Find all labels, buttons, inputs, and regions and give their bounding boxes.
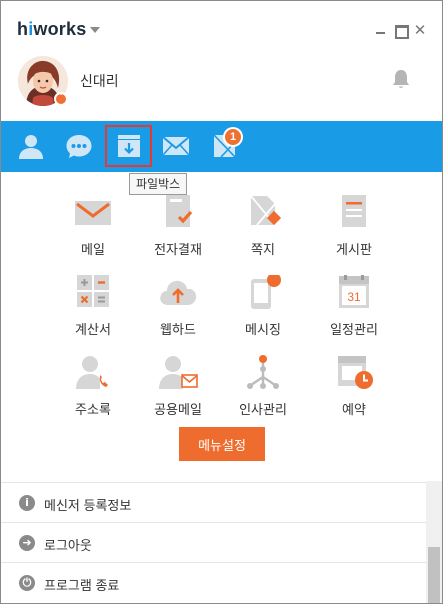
menu-item-reservation[interactable]: 예약 [312,355,396,425]
calendar-icon: 31 [339,275,369,308]
menu-label: 계산서 [75,322,111,337]
main-toolbar [1,121,442,269]
shared-mail-icon [159,356,198,389]
maximize-button[interactable] [393,23,409,39]
scrollbar[interactable] [426,481,442,603]
bottom-menu-label: 로그아웃 [44,538,92,553]
menu-item-mail[interactable]: 메일 [51,195,135,265]
logo-works: works [33,19,87,39]
menu-label: 게시판 [336,242,372,257]
menu-settings-button[interactable]: 메뉴설정 [179,427,265,461]
exit-program-item[interactable]: ⏻ 프로그램 종료 [1,562,426,602]
note-badge-count: 1 [225,129,241,145]
mail-icon[interactable] [162,132,190,160]
close-button[interactable]: ✕ [413,23,427,38]
chevron-down-icon[interactable] [90,27,100,33]
board-icon [342,195,366,227]
menu-label: 쪽지 [251,242,275,257]
note-icon [250,195,282,226]
menu-label: 메시징 [245,322,281,337]
org-chart-icon [247,355,279,389]
calculator-icon [77,275,109,307]
menu-label: 일정관리 [330,322,378,337]
menu-item-shared-mail[interactable]: 공용메일 [136,355,220,425]
menu-item-address-book[interactable]: 주소록 [51,355,135,425]
menu-item-calendar[interactable]: 31 일정관리 [312,275,396,345]
calendar-day: 31 [347,290,361,304]
hiworks-logo[interactable]: hiworks [17,19,86,40]
menu-label: 주소록 [75,402,111,417]
username: 신대리 [80,73,119,89]
menu-label: 웹하드 [160,322,196,337]
scrollbar-thumb[interactable] [428,547,440,603]
bottom-menu-label: 메신저 등록정보 [44,498,132,513]
menu-item-board[interactable]: 게시판 [312,195,396,265]
cloud-upload-icon [160,280,197,305]
power-icon: ⏻ [19,575,35,591]
minimize-button[interactable] [374,23,388,37]
menu-item-note[interactable]: 쪽지 [221,195,305,265]
messenger-window: hiworks ✕ 신대리 [0,0,443,604]
menu-label: 메일 [81,242,105,257]
note-unread-badge: 1 [223,127,243,147]
menu-label: 공용메일 [154,402,202,417]
info-icon: i [19,495,35,511]
logout-icon: ➜ [19,535,35,551]
mail-icon [75,201,111,225]
menu-item-webhard[interactable]: 웹하드 [136,275,220,345]
menu-item-approval[interactable]: 전자결재 [136,195,220,265]
logo-h: h [17,19,29,39]
filebox-tooltip: 파일박스 [129,173,188,195]
menu-item-calculator[interactable]: 계산서 [51,275,135,345]
menu-item-messaging[interactable]: 메시징 [221,275,305,345]
menu-label: 인사관리 [239,402,287,417]
address-book-icon [76,356,108,389]
contacts-icon[interactable] [17,132,45,160]
menu-item-hr[interactable]: 인사관리 [221,355,305,425]
menu-label: 예약 [342,402,366,417]
more-options-icon[interactable] [400,262,430,272]
approval-icon [166,195,193,227]
reservation-icon [338,356,373,389]
menu-label: 전자결재 [154,242,202,257]
title-bar: hiworks ✕ [1,1,442,45]
messenger-info-item[interactable]: i 메신저 등록정보 [1,482,426,522]
status-menu-icon[interactable] [54,90,68,106]
logout-item[interactable]: ➜ 로그아웃 [1,522,426,562]
phone-message-icon [251,275,281,309]
bottom-menu-label: 프로그램 종료 [44,578,120,593]
chat-icon[interactable] [65,132,93,160]
bell-icon[interactable] [390,68,412,90]
filebox-icon[interactable] [115,132,143,160]
